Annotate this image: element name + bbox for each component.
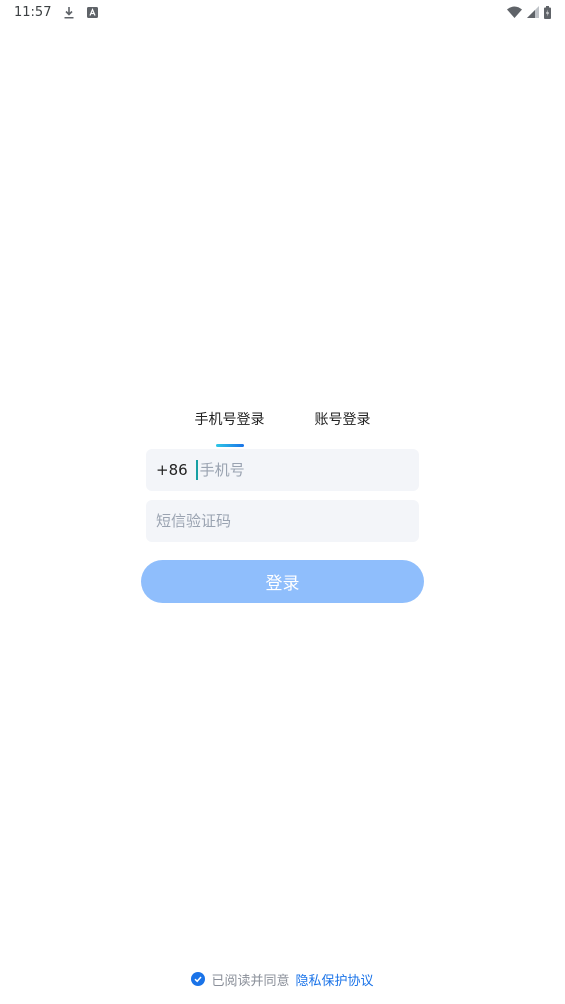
agreement-row: 已阅读并同意 隐私保护协议 [0, 968, 565, 990]
status-right [507, 5, 551, 19]
phone-field: +86 [146, 449, 419, 491]
agreement-text: 已阅读并同意 [211, 973, 290, 989]
wifi-icon [507, 6, 522, 18]
tab-phone-login[interactable]: 手机号登录 [194, 405, 265, 447]
agreement-checkbox[interactable] [191, 972, 206, 986]
sms-code-input[interactable] [156, 512, 356, 530]
privacy-policy-link[interactable]: 隐私保护协议 [296, 970, 374, 989]
signal-icon [527, 6, 539, 18]
login-screen: 11:57 手机号登录 账号登录 +86 手机号 短信验证码 登录 已阅读并同意… [0, 0, 565, 1004]
phone-input[interactable] [199, 461, 400, 479]
tab-account-login[interactable]: 账号登录 [315, 405, 371, 441]
sms-code-field [146, 500, 419, 542]
country-code[interactable]: +86 [156, 461, 188, 479]
login-button[interactable]: 登录 [141, 560, 424, 603]
text-caret [195, 460, 198, 480]
a-notification-icon [87, 6, 99, 18]
download-icon [63, 6, 75, 19]
status-bar: 11:57 [0, 0, 565, 24]
status-time: 11:57 [14, 4, 52, 20]
battery-icon [544, 5, 551, 19]
login-tabs: 手机号登录 账号登录 [0, 405, 565, 447]
active-tab-indicator [215, 444, 244, 447]
tab-account-login-label: 账号登录 [314, 412, 371, 428]
status-left: 11:57 [14, 4, 99, 20]
tab-phone-login-label: 手机号登录 [194, 412, 265, 428]
check-icon [194, 976, 203, 983]
